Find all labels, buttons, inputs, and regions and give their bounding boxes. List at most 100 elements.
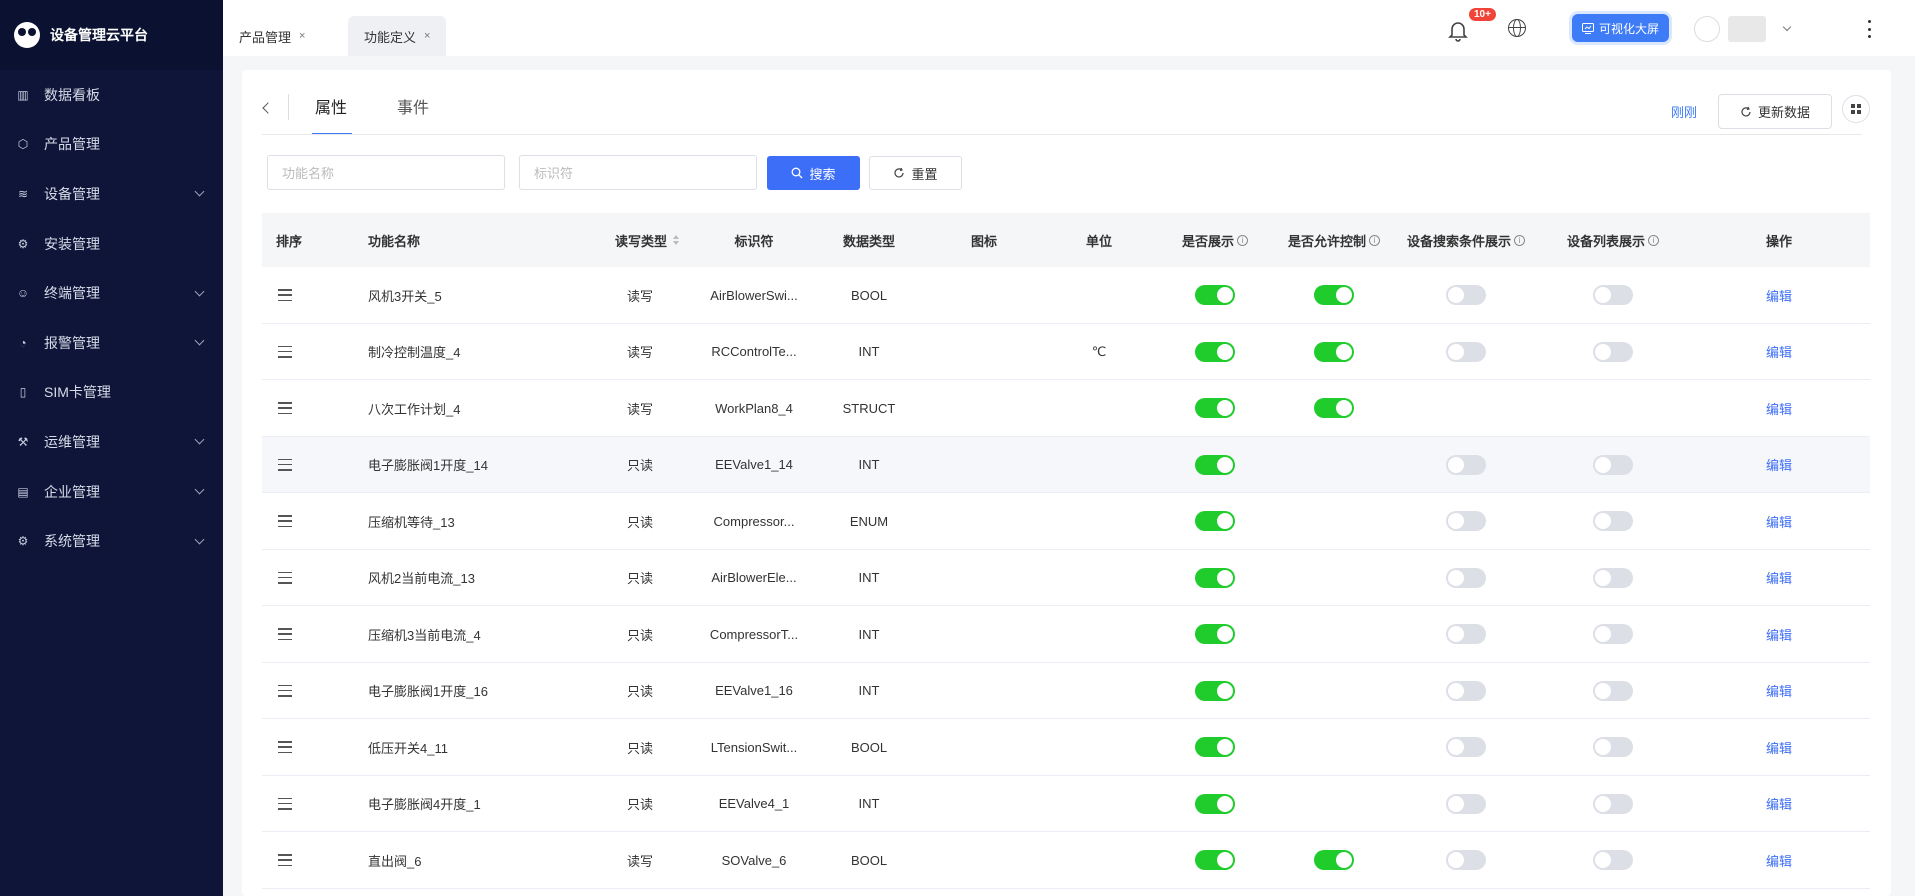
- bell-icon[interactable]: [1448, 20, 1468, 42]
- list-display-toggle[interactable]: [1593, 567, 1633, 588]
- search-display-toggle[interactable]: [1446, 737, 1486, 757]
- display-toggle[interactable]: [1195, 850, 1235, 870]
- visual-bigscreen-button[interactable]: 可视化大屏: [1572, 14, 1670, 42]
- display-toggle[interactable]: [1195, 624, 1235, 644]
- app-logo[interactable]: 设备管理云平台: [0, 0, 223, 70]
- info-icon[interactable]: i: [1369, 234, 1381, 246]
- info-icon[interactable]: i: [1648, 234, 1660, 246]
- sidebar-item[interactable]: ▯ SIM卡管理: [0, 368, 223, 418]
- list-display-toggle[interactable]: [1593, 793, 1633, 814]
- drag-handle-icon[interactable]: [278, 458, 292, 471]
- sidebar-item[interactable]: ▥ 数据看板: [0, 70, 223, 120]
- edit-link[interactable]: 编辑: [1766, 399, 1792, 418]
- search-display-toggle[interactable]: [1446, 454, 1486, 475]
- drag-handle-icon[interactable]: [278, 289, 292, 301]
- sidebar-item[interactable]: ☺ 终端管理: [0, 268, 223, 318]
- control-toggle[interactable]: [1314, 850, 1354, 870]
- edit-link[interactable]: 编辑: [1766, 681, 1792, 700]
- drag-handle-icon[interactable]: [278, 684, 292, 697]
- edit-link[interactable]: 编辑: [1766, 455, 1792, 474]
- display-toggle[interactable]: [1195, 285, 1235, 305]
- language-globe-icon[interactable]: [1508, 19, 1526, 37]
- layout-toggle-button[interactable]: [1842, 95, 1870, 123]
- tab-product-management[interactable]: 产品管理 ×: [223, 16, 321, 56]
- display-toggle[interactable]: [1195, 567, 1235, 588]
- drag-handle-icon[interactable]: [278, 854, 292, 866]
- drag-handle-icon[interactable]: [278, 345, 292, 358]
- drag-handle-icon[interactable]: [278, 571, 292, 584]
- list-display-toggle[interactable]: [1593, 511, 1633, 531]
- reset-button[interactable]: 重置: [869, 156, 962, 190]
- drag-handle-icon[interactable]: [278, 628, 292, 640]
- sidebar-item[interactable]: ◔ 报警管理: [0, 318, 223, 368]
- sidebar-item[interactable]: ⚙ 系统管理: [0, 516, 223, 566]
- edit-link[interactable]: 编辑: [1766, 286, 1792, 305]
- identifier-input[interactable]: 标识符: [519, 155, 757, 190]
- table-row[interactable]: 低压开关4_11 只读 LTensionSwit... BOOL 编辑: [262, 719, 1870, 776]
- table-row[interactable]: 电子膨胀阀1开度_16 只读 EEValve1_16 INT 编辑: [262, 663, 1870, 719]
- display-toggle[interactable]: [1195, 454, 1235, 475]
- control-toggle[interactable]: [1314, 341, 1354, 362]
- display-toggle[interactable]: [1195, 737, 1235, 757]
- control-toggle[interactable]: [1314, 285, 1354, 305]
- table-row[interactable]: 风机3开关_5 读写 AirBlowerSwi... BOOL 编辑: [262, 267, 1870, 324]
- refresh-data-button[interactable]: 更新数据: [1718, 94, 1832, 129]
- subtab-properties[interactable]: 属性: [315, 94, 347, 118]
- drag-handle-icon[interactable]: [278, 797, 292, 810]
- drag-handle-icon[interactable]: [278, 741, 292, 753]
- edit-link[interactable]: 编辑: [1766, 342, 1792, 361]
- drag-handle-icon[interactable]: [278, 515, 292, 527]
- list-display-toggle[interactable]: [1593, 624, 1633, 644]
- back-arrow-icon[interactable]: [262, 102, 274, 114]
- more-vertical-icon[interactable]: [1868, 20, 1872, 38]
- list-display-toggle[interactable]: [1593, 737, 1633, 757]
- edit-link[interactable]: 编辑: [1766, 738, 1792, 757]
- edit-link[interactable]: 编辑: [1766, 568, 1792, 587]
- col-rw-type[interactable]: 读写类型: [615, 213, 680, 267]
- display-toggle[interactable]: [1195, 793, 1235, 814]
- search-button[interactable]: 搜索: [767, 156, 860, 190]
- table-row[interactable]: 电子膨胀阀4开度_1 只读 EEValve4_1 INT 编辑: [262, 776, 1870, 832]
- subtab-events[interactable]: 事件: [397, 94, 429, 118]
- sort-icon[interactable]: [673, 235, 680, 245]
- search-display-toggle[interactable]: [1446, 341, 1486, 362]
- info-icon[interactable]: i: [1514, 234, 1526, 246]
- table-row[interactable]: 制冷控制温度_4 读写 RCControlTe... INT ℃ 编辑: [262, 324, 1870, 380]
- table-row[interactable]: 直出阀_6 读写 SOValve_6 BOOL 编辑: [262, 832, 1870, 889]
- search-display-toggle[interactable]: [1446, 624, 1486, 644]
- edit-link[interactable]: 编辑: [1766, 794, 1792, 813]
- display-toggle[interactable]: [1195, 680, 1235, 701]
- list-display-toggle[interactable]: [1593, 454, 1633, 475]
- search-display-toggle[interactable]: [1446, 285, 1486, 305]
- function-name-input[interactable]: 功能名称: [267, 155, 505, 190]
- search-display-toggle[interactable]: [1446, 793, 1486, 814]
- list-display-toggle[interactable]: [1593, 285, 1633, 305]
- table-row[interactable]: 风机2当前电流_13 只读 AirBlowerEle... INT 编辑: [262, 550, 1870, 606]
- table-row[interactable]: 压缩机3当前电流_4 只读 CompressorT... INT 编辑: [262, 606, 1870, 663]
- tab-close-icon[interactable]: ×: [299, 30, 305, 42]
- list-display-toggle[interactable]: [1593, 680, 1633, 701]
- tab-close-icon[interactable]: ×: [424, 30, 430, 42]
- user-name[interactable]: [1728, 16, 1766, 42]
- drag-handle-icon[interactable]: [278, 402, 292, 414]
- search-display-toggle[interactable]: [1446, 567, 1486, 588]
- table-row[interactable]: 电子膨胀阀1开度_14 只读 EEValve1_14 INT 编辑: [262, 436, 1870, 493]
- tab-function-definition[interactable]: 功能定义 ×: [348, 16, 447, 56]
- display-toggle[interactable]: [1195, 398, 1235, 418]
- display-toggle[interactable]: [1195, 511, 1235, 531]
- sidebar-item[interactable]: ⚒ 运维管理: [0, 417, 223, 467]
- search-display-toggle[interactable]: [1446, 511, 1486, 531]
- table-row[interactable]: 压缩机等待_13 只读 Compressor... ENUM 编辑: [262, 493, 1870, 550]
- control-toggle[interactable]: [1314, 398, 1354, 418]
- search-display-toggle[interactable]: [1446, 850, 1486, 870]
- edit-link[interactable]: 编辑: [1766, 625, 1792, 644]
- sidebar-item[interactable]: ⬡ 产品管理: [0, 120, 223, 170]
- display-toggle[interactable]: [1195, 341, 1235, 362]
- sidebar-item[interactable]: ▤ 企业管理: [0, 467, 223, 517]
- edit-link[interactable]: 编辑: [1766, 851, 1792, 870]
- search-display-toggle[interactable]: [1446, 680, 1486, 701]
- sidebar-item[interactable]: ≋ 设备管理: [0, 169, 223, 219]
- list-display-toggle[interactable]: [1593, 850, 1633, 870]
- edit-link[interactable]: 编辑: [1766, 512, 1792, 531]
- chevron-down-icon[interactable]: [1782, 22, 1792, 32]
